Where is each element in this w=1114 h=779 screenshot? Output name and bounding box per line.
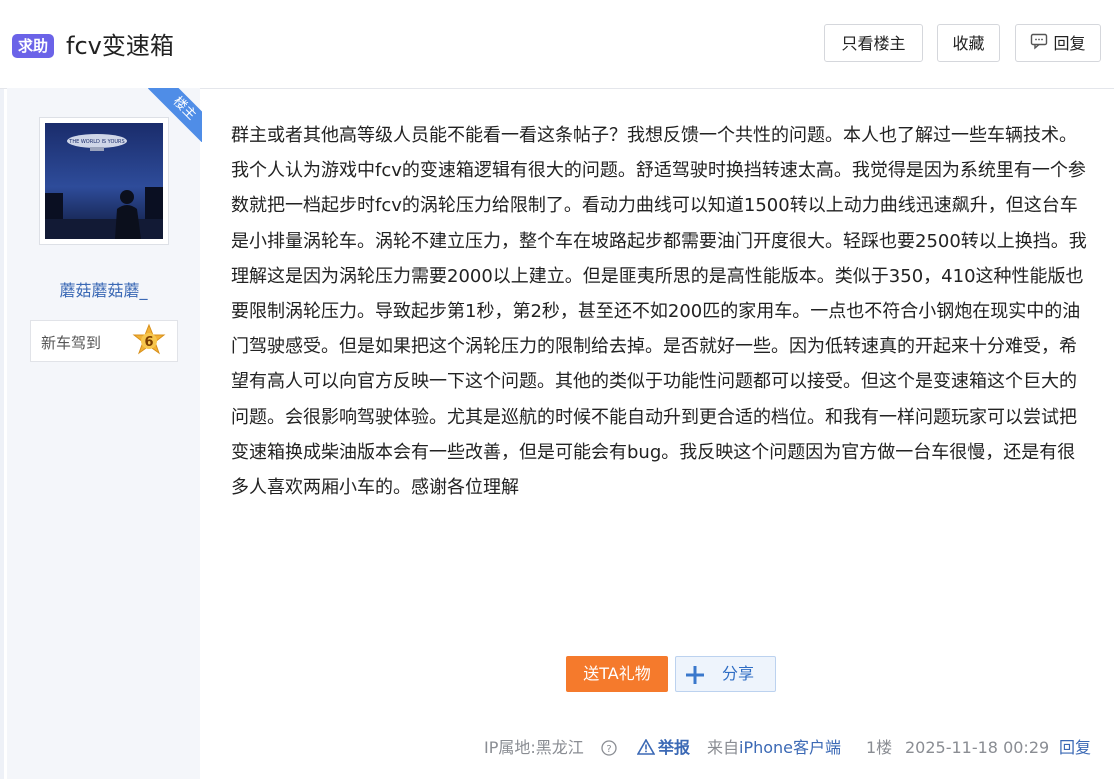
report-link[interactable]: 举报 [637, 737, 690, 759]
left-accent [0, 0, 4, 779]
comment-icon [1030, 26, 1048, 64]
floor-number: 1楼 [866, 738, 893, 757]
only-op-label: 只看楼主 [841, 34, 906, 53]
only-op-button[interactable]: 只看楼主 [824, 24, 923, 62]
title-badge-label: 新车驾到 [41, 334, 102, 352]
post-body: 群主或者其他高等级人员能不能看一看这条帖子？我想反馈一个共性的问题。本人也了解过… [231, 125, 1087, 499]
author-username[interactable]: 蘑菇蘑菇蘑_ [7, 277, 200, 301]
client-source: 来自iPhone客户端 [707, 737, 841, 759]
plus-share-icon [686, 666, 704, 684]
question-circle-icon[interactable]: ? [601, 740, 617, 756]
ip-location: IP属地:黑龙江 [484, 738, 584, 757]
reply-label: 回复 [1053, 34, 1086, 53]
avatar-caption: THE WORLD IS YOURS [68, 139, 124, 145]
share-label: 分享 [722, 664, 755, 683]
post-timestamp: 2025-11-18 00:29 [905, 738, 1050, 757]
thread-header: 求助 fcv变速箱 只看楼主 收藏 回复 [0, 0, 1114, 89]
help-tag: 求助 [12, 34, 55, 58]
svg-text:?: ? [606, 744, 611, 755]
user-title-badge[interactable]: 新车驾到 6 [30, 320, 178, 362]
client-link[interactable]: iPhone客户端 [739, 738, 841, 757]
level-number: 6 [144, 335, 153, 350]
avatar[interactable]: THE WORLD IS YOURS [45, 123, 163, 239]
star-badge-icon: 6 [132, 323, 166, 355]
share-button[interactable]: 分享 [675, 656, 776, 692]
send-gift-label: 送TA礼物 [583, 664, 651, 683]
floor-reply-link[interactable]: 回复 [1059, 737, 1091, 759]
avatar-frame[interactable]: THE WORLD IS YOURS [39, 117, 169, 245]
reply-button[interactable]: 回复 [1015, 24, 1101, 62]
client-prefix: 来自 [707, 738, 740, 757]
thread-title: fcv变速箱 [66, 32, 174, 60]
send-gift-button[interactable]: 送TA礼物 [566, 656, 668, 692]
report-label: 举报 [658, 738, 691, 757]
favorite-button[interactable]: 收藏 [937, 24, 1000, 62]
favorite-label: 收藏 [952, 34, 985, 53]
warning-triangle-icon [637, 739, 655, 755]
